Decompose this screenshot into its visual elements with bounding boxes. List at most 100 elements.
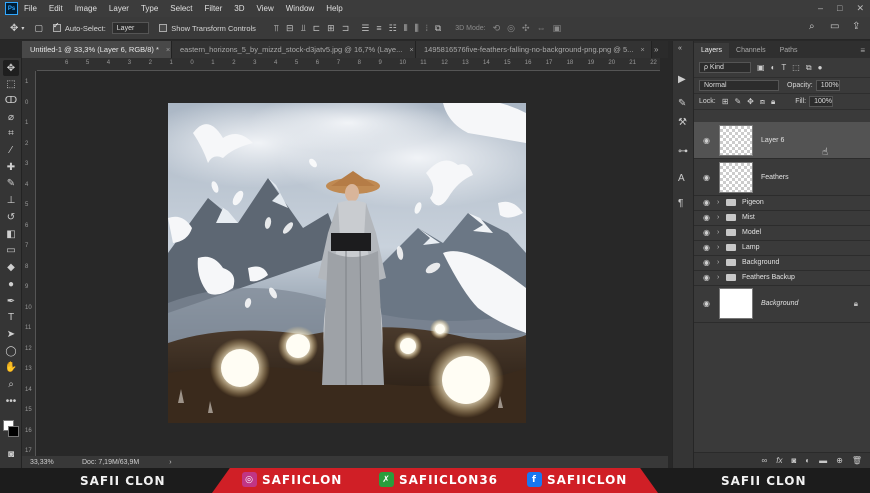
lock-position-icon[interactable]: ✥ [747,97,754,106]
panel-menu-icon[interactable]: ≡ [855,46,870,58]
group-row-mist[interactable]: ◉ › Mist [694,211,870,226]
tool-preset-icon[interactable]: ▢ [34,23,43,34]
move-tool-icon[interactable]: ✥ [3,60,19,76]
type-tool-icon[interactable]: T [3,309,19,325]
gradient-tool-icon[interactable]: ▭ [3,242,19,258]
filter-type-icon[interactable]: T [781,63,786,72]
healing-brush-tool-icon[interactable]: ✚ [3,159,19,175]
clone-stamp-tool-icon[interactable]: ⊥ [3,192,19,208]
distribute-middle-icon[interactable]: ≡ [376,23,381,33]
eye-icon[interactable]: ◉ [703,173,710,182]
distribute-right-icon[interactable]: ⦙ [426,23,428,34]
ellipse-tool-icon[interactable]: ◯ [3,343,19,359]
chevron-right-icon[interactable]: › [717,274,719,281]
hand-tool-icon[interactable]: ✋ [3,359,19,375]
history-icon[interactable]: ▶ [678,74,686,85]
delete-layer-icon[interactable]: 🗑︎ [852,456,862,465]
layer-style-icon[interactable]: fx [776,456,782,465]
layer-row-layer-6[interactable]: ◉ Layer 6 ☝ [694,122,870,159]
tab-paths[interactable]: Paths [773,43,805,58]
close-button[interactable]: ✕ [856,3,864,14]
brushes-icon[interactable]: ✎ [678,98,686,109]
distribute-left-icon[interactable]: ⦀ [404,23,408,34]
quick-selection-tool-icon[interactable]: ⌀ [3,109,19,125]
character-icon[interactable]: A [678,173,685,184]
chevron-right-icon[interactable]: › [717,244,719,251]
menu-select[interactable]: Select [170,4,192,13]
chevron-right-icon[interactable]: › [717,199,719,206]
maximize-button[interactable]: □ [837,3,842,14]
eye-icon[interactable]: ◉ [703,243,710,252]
share-icon[interactable]: ⇪ [852,21,860,32]
menu-view[interactable]: View [257,4,274,13]
marquee-tool-icon[interactable]: ⬚ [3,76,19,92]
chevron-right-icon[interactable]: › [717,214,719,221]
eye-icon[interactable]: ◉ [703,299,710,308]
workspace-icon[interactable]: ▭ [830,21,839,32]
3d-scale-icon[interactable]: ▣ [553,23,562,34]
eye-icon[interactable]: ◉ [703,228,710,237]
close-icon[interactable]: × [166,45,170,54]
lock-all-icon[interactable]: 🔒︎ [771,97,775,107]
auto-select-checkbox[interactable]: Auto-Select: [52,21,106,33]
eye-icon[interactable]: ◉ [703,258,710,267]
eye-icon[interactable]: ◉ [703,273,710,282]
link-layers-icon[interactable]: ∞ [762,456,768,465]
tab-feathers-png[interactable]: 1495816576five-feathers-falling-no-backg… [416,41,652,58]
3d-drag-icon[interactable]: ✣ [522,23,530,34]
auto-select-dropdown[interactable]: Layer [111,22,150,34]
lock-transparent-icon[interactable]: ⊞ [722,97,729,106]
align-left-icon[interactable]: ⊏ [313,23,321,34]
chevron-right-icon[interactable]: › [717,259,719,266]
more-tools-icon[interactable]: ••• [3,393,19,409]
eyedropper-tool-icon[interactable]: ⁄ [3,142,19,158]
group-row-model[interactable]: ◉ › Model [694,226,870,241]
tab-untitled-1[interactable]: Untitled-1 @ 33,3% (Layer 6, RGB/8) * × [22,41,172,58]
status-menu-arrow[interactable]: › [169,459,171,466]
filter-toggle-icon[interactable]: ● [818,63,823,72]
menu-layer[interactable]: Layer [109,4,129,13]
eye-icon[interactable]: ◉ [703,136,710,145]
3d-slide-icon[interactable]: ⇔ [537,23,546,33]
eye-icon[interactable]: ◉ [703,198,710,207]
blur-tool-icon[interactable]: ◆ [3,259,19,275]
distribute-center-icon[interactable]: ⫼ [415,23,419,34]
group-row-pigeon[interactable]: ◉ › Pigeon [694,196,870,211]
auto-align-icon[interactable]: ⧉ [435,23,441,34]
chevron-right-icon[interactable]: › [717,229,719,236]
menu-3d[interactable]: 3D [234,4,244,13]
zoom-level[interactable]: 33,33% [30,459,70,466]
chevron-down-icon[interactable]: ▾ [21,25,24,32]
menu-image[interactable]: Image [75,4,97,13]
eraser-tool-icon[interactable]: ◧ [3,226,19,242]
3d-roll-icon[interactable]: ◎ [507,23,515,34]
filter-smart-object-icon[interactable]: ⧉ [806,63,812,73]
collapse-icon[interactable]: « [678,45,682,52]
align-middle-icon[interactable]: ⊟ [286,23,294,34]
fill-input[interactable]: 100% [809,96,834,107]
paragraph-icon[interactable]: ¶ [678,198,683,209]
new-adjustment-layer-icon[interactable]: ◐ [805,456,810,465]
crop-tool-icon[interactable]: ⌗ [3,125,19,141]
document-canvas[interactable] [168,103,526,423]
blend-mode-dropdown[interactable]: Normal [699,80,779,91]
menu-window[interactable]: Window [286,4,314,13]
adjustments-icon[interactable]: ⚒ [678,117,687,128]
filter-adjustment-icon[interactable]: ◐ [771,63,776,72]
align-center-icon[interactable]: ⊞ [327,23,335,34]
canvas-area[interactable] [37,72,660,456]
group-row-lamp[interactable]: ◉ › Lamp [694,241,870,256]
new-layer-icon[interactable]: ⊕ [836,456,843,465]
move-tool-icon[interactable]: ✥ [10,23,18,34]
3d-rotate-icon[interactable]: ⟲ [493,23,501,34]
tab-channels[interactable]: Channels [729,43,773,58]
show-transform-controls-checkbox[interactable]: Show Transform Controls [159,24,256,33]
new-group-icon[interactable]: ▬ [819,456,827,465]
filter-kind-dropdown[interactable]: ρ Kind [699,62,751,73]
path-selection-tool-icon[interactable]: ➤ [3,326,19,342]
menu-type[interactable]: Type [141,4,158,13]
align-bottom-icon[interactable]: ⫫ [301,23,306,34]
tab-layers[interactable]: Layers [694,43,730,58]
layer-row-feathers[interactable]: ◉ Feathers [694,159,870,196]
layer-row-background[interactable]: ◉ Background 🔒︎ [694,285,870,323]
